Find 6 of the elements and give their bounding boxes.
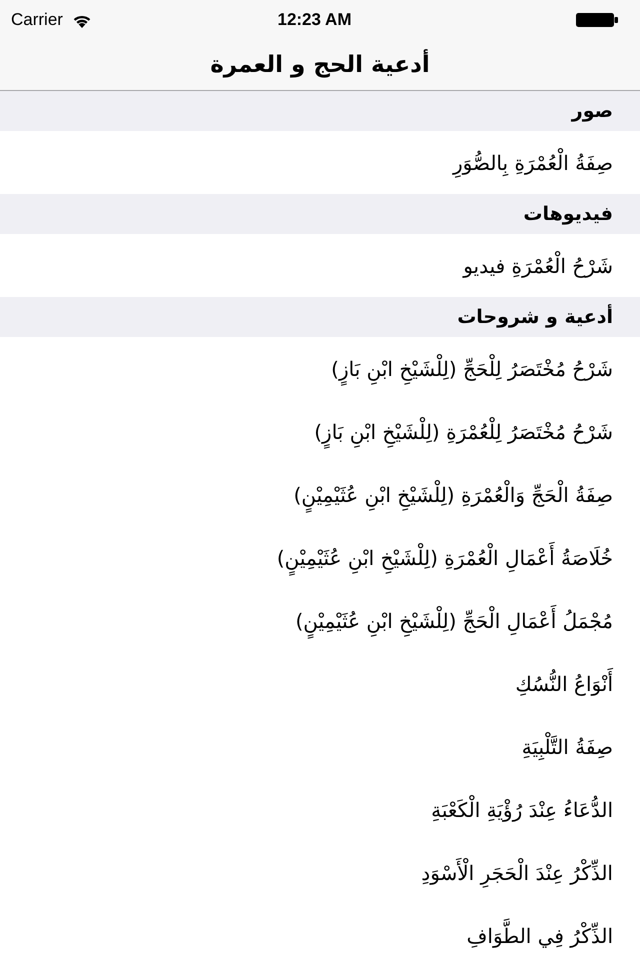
section-header: فيديوهات — [0, 194, 640, 234]
section-header: صور — [0, 91, 640, 131]
section-header: أدعية و شروحات — [0, 297, 640, 337]
battery-icon — [576, 13, 618, 27]
status-time: 12:23 AM — [277, 10, 352, 30]
carrier-name: Carrier — [11, 10, 63, 30]
